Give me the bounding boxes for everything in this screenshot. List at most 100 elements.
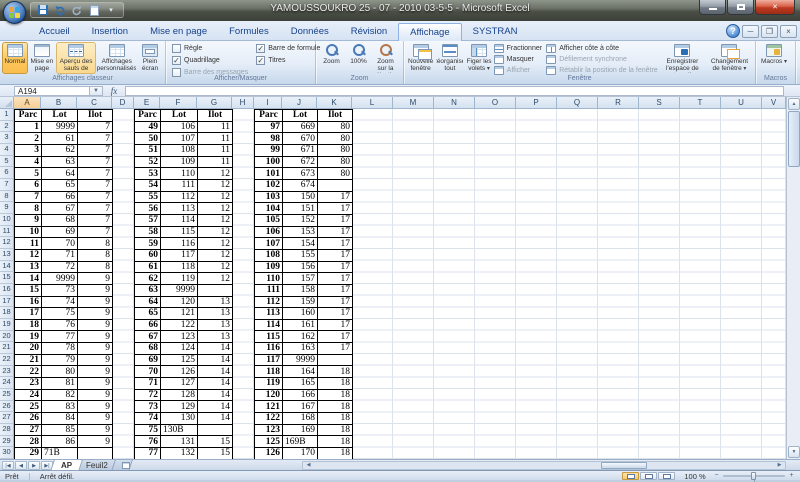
cell[interactable]: 156 [282,260,318,274]
workbook-minimize-button[interactable]: ─ [742,24,759,38]
cell[interactable]: 9 [77,377,113,390]
button-100[interactable]: 100% [345,42,372,74]
cell[interactable]: 11 [14,237,42,250]
cell[interactable]: 52 [134,155,161,169]
cell[interactable]: 107 [160,132,198,145]
cell[interactable]: 24 [14,388,42,402]
cell[interactable]: 64 [41,167,78,180]
cell[interactable]: 68 [134,342,161,355]
previous-sheet-button[interactable]: ◀ [15,461,27,470]
cell[interactable]: 153 [282,225,318,239]
column-header-q[interactable]: Q [557,97,598,109]
cell[interactable]: 6 [14,178,42,192]
cell[interactable]: 120 [160,295,198,309]
button-zoom-sur-la-selection[interactable]: Zoom sur la sélection [372,42,399,74]
cell[interactable]: 75 [41,307,78,320]
header-cell[interactable]: Ilot [77,109,113,122]
cell[interactable]: 55 [134,190,161,204]
cell[interactable]: 154 [282,237,318,250]
tab-insertion[interactable]: Insertion [81,23,139,41]
cell[interactable]: 152 [282,213,318,227]
button-reorganiser-tout[interactable]: Réorganiser tout [435,42,464,74]
row-header-29[interactable]: 29 [0,435,14,448]
checkbox-titres[interactable]: ✓ Titres [256,56,320,65]
cell[interactable]: 18 [317,388,353,402]
button-plein-ecran[interactable]: Plein écran [137,42,163,74]
cell[interactable]: 159 [282,295,318,309]
column-header-g[interactable]: G [197,97,232,109]
column-header-t[interactable]: T [680,97,721,109]
cell[interactable]: 17 [317,342,353,355]
cell[interactable]: 169 [282,423,318,437]
cell[interactable]: 9 [77,307,113,320]
cell[interactable]: 22 [14,365,42,379]
cell[interactable]: 116 [160,237,198,250]
cell[interactable]: 126 [160,365,198,379]
cell[interactable]: 66 [134,318,161,332]
cell[interactable]: 674 [282,178,318,192]
cell[interactable]: 7 [77,225,113,239]
scroll-left-button[interactable]: ◀ [303,462,314,469]
cell[interactable]: 14 [14,272,42,285]
cell[interactable]: 103 [254,190,283,204]
cell[interactable]: 20 [14,342,42,355]
checkbox-regle[interactable]: Règle [172,44,248,53]
tab-revision[interactable]: Révision [340,23,398,41]
cell[interactable]: 83 [41,400,78,414]
cell[interactable]: 99 [254,143,283,157]
scroll-up-button[interactable]: ▲ [788,98,800,110]
cell[interactable]: 13 [197,295,233,309]
cell[interactable]: 84 [41,412,78,425]
column-header-i[interactable]: I [254,97,282,109]
cell[interactable]: 155 [282,248,318,262]
cell[interactable]: 128 [160,388,198,402]
row-header-4[interactable]: 4 [0,144,14,156]
cell[interactable]: 9999 [160,283,198,297]
insert-function-button[interactable]: fx [103,86,125,96]
header-cell[interactable]: Ilot [317,109,353,122]
row-header-11[interactable]: 11 [0,225,14,238]
cell[interactable]: 111 [254,283,283,297]
cell[interactable]: 8 [77,260,113,274]
cell[interactable]: 23 [14,377,42,390]
cell[interactable]: 107 [254,237,283,250]
cell[interactable]: 14 [197,388,233,402]
cell[interactable]: 161 [282,318,318,332]
cell[interactable]: 81 [41,377,78,390]
header-cell[interactable]: Lot [160,109,198,122]
cell[interactable]: 117 [160,248,198,262]
tab-accueil[interactable]: Accueil [28,23,81,41]
cell[interactable]: 130B [160,423,198,437]
row-header-13[interactable]: 13 [0,249,14,261]
cell[interactable] [317,353,353,367]
row-header-16[interactable]: 16 [0,284,14,296]
cell[interactable]: 25 [14,400,42,414]
cell[interactable]: 67 [134,330,161,344]
cell[interactable]: 74 [41,295,78,309]
workbook-restore-button[interactable]: ❐ [761,24,778,38]
cell[interactable]: 59 [134,237,161,250]
cell[interactable]: 9 [77,388,113,402]
cell[interactable]: 114 [160,213,198,227]
column-header-u[interactable]: U [721,97,762,109]
cell[interactable]: 108 [160,143,198,157]
cell[interactable]: 18 [317,365,353,379]
cell[interactable]: 73 [41,283,78,297]
cell[interactable]: 62 [134,272,161,285]
cell[interactable]: 160 [282,307,318,320]
cell[interactable]: 117 [254,353,283,367]
button-fractionner[interactable]: Fractionner [493,44,547,53]
cell[interactable]: 12 [197,237,233,250]
row-header-14[interactable]: 14 [0,260,14,273]
cell[interactable]: 7 [77,178,113,192]
cell[interactable]: 12 [197,260,233,274]
cell[interactable]: 127 [160,377,198,390]
cell[interactable]: 124 [160,342,198,355]
cell[interactable]: 80 [317,120,353,134]
cell[interactable]: 15 [14,283,42,297]
cell[interactable]: 9 [77,412,113,425]
cell[interactable]: 164 [282,365,318,379]
cell[interactable]: 12 [14,248,42,262]
cell[interactable]: 12 [197,167,233,180]
cell[interactable]: 112 [160,190,198,204]
